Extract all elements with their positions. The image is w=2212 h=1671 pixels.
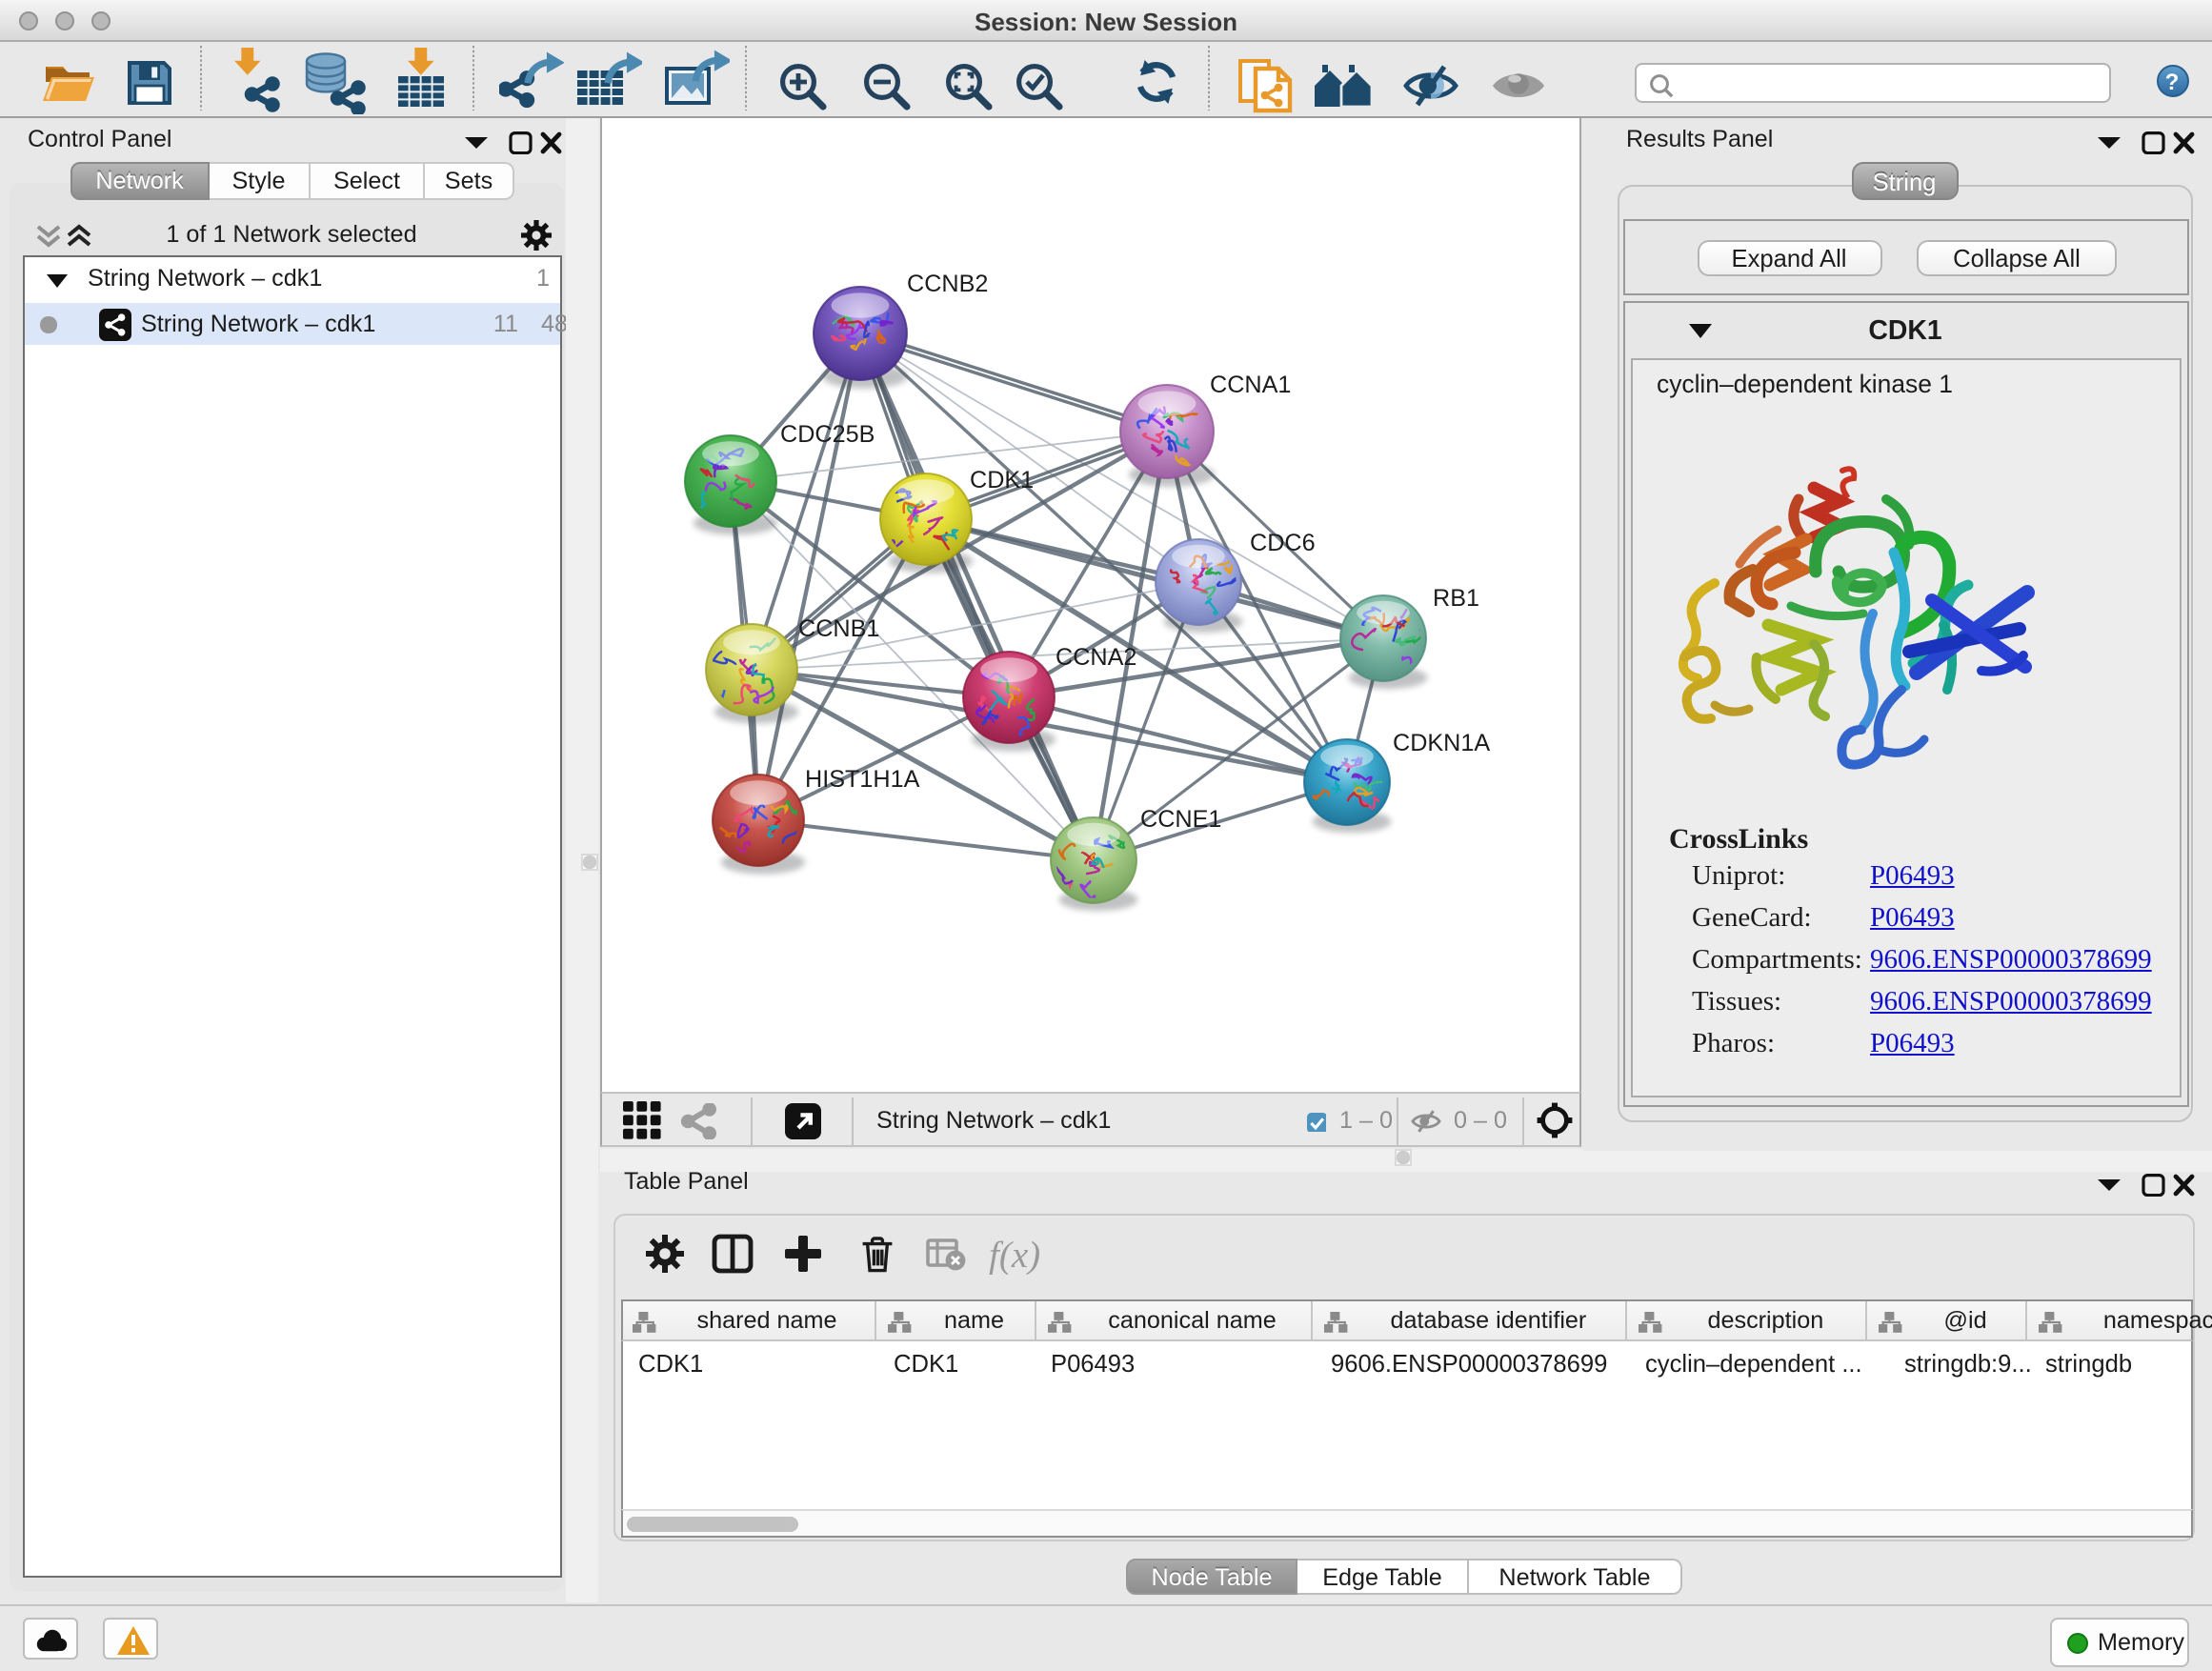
svg-text:HIST1H1A: HIST1H1A [805,766,920,793]
svg-text:CCNB1: CCNB1 [798,615,879,642]
svg-text:CCNA1: CCNA1 [1210,372,1291,398]
svg-text:f(x): f(x) [989,1235,1040,1275]
svg-text:CDKN1A: CDKN1A [1393,730,1490,756]
svg-text:CDK1: CDK1 [970,467,1034,493]
svg-text:CCNE1: CCNE1 [1140,806,1221,833]
svg-text:RB1: RB1 [1433,585,1479,612]
svg-text:CCNA2: CCNA2 [1056,644,1136,671]
svg-text:CDC25B: CDC25B [780,421,875,448]
svg-text:CCNB2: CCNB2 [907,271,988,297]
svg-text:CDC6: CDC6 [1250,530,1316,556]
